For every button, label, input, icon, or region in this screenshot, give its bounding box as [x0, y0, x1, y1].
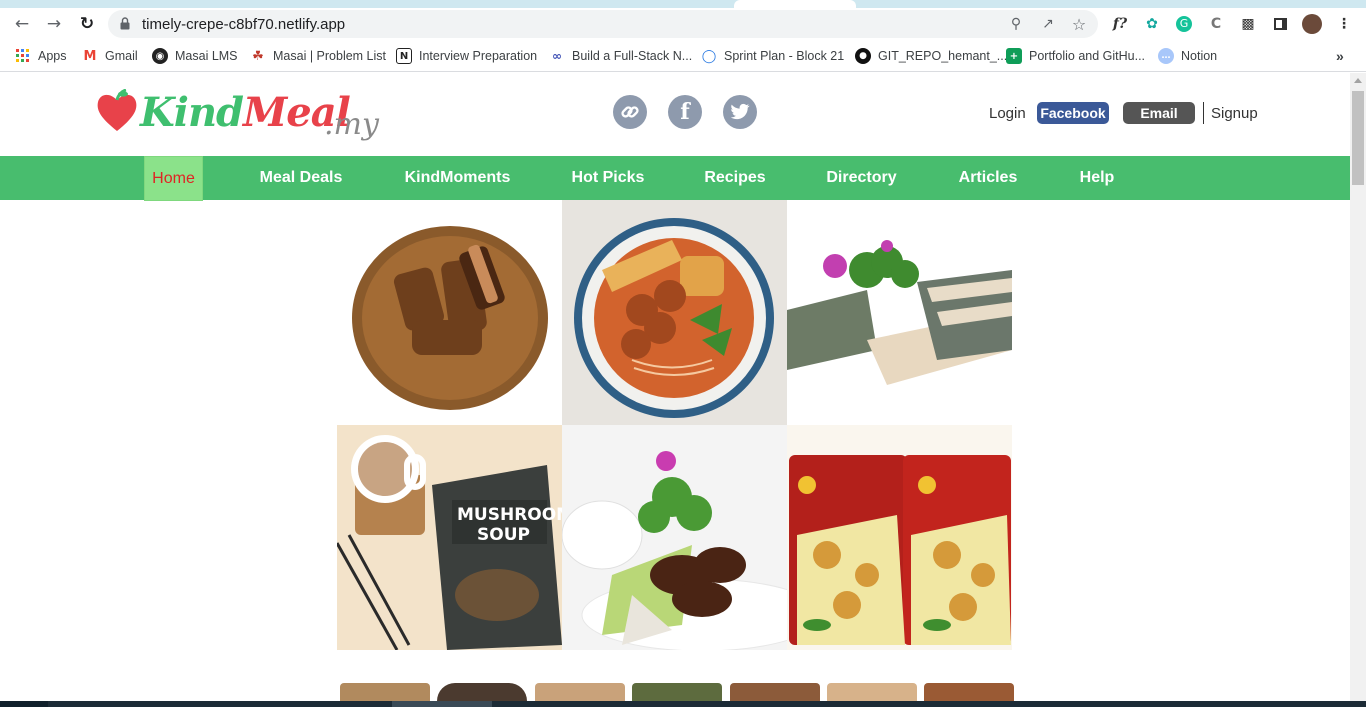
- browser-toolbar: ← → ↻ timely-crepe-c8bf70.netlify.app ⚲ …: [0, 8, 1366, 40]
- thumbnail-image[interactable]: [340, 683, 430, 701]
- bookmark-gmail[interactable]: M Gmail: [82, 47, 138, 65]
- page-scrollbar[interactable]: [1350, 73, 1366, 701]
- logo-text: KindMeal: [140, 89, 351, 136]
- bookmark-sprint-plan[interactable]: ◯ Sprint Plan - Block 21: [701, 47, 844, 65]
- address-bar[interactable]: timely-crepe-c8bf70.netlify.app ⚲ ↗ ☆: [108, 10, 1098, 38]
- nav-hot-picks[interactable]: Hot Picks: [564, 156, 652, 200]
- drop-icon: ◯: [701, 48, 717, 64]
- facebook-login-button[interactable]: Facebook: [1037, 102, 1109, 124]
- bookmark-notion[interactable]: … Notion: [1158, 47, 1217, 65]
- kindmeal-logo[interactable]: KindMeal .my: [96, 87, 386, 147]
- thumbnail-image[interactable]: [535, 683, 625, 701]
- heart-apple-icon: [97, 89, 137, 131]
- facebook-icon[interactable]: f: [668, 95, 702, 129]
- globe-icon: ◉: [152, 48, 168, 64]
- avatar[interactable]: [1302, 14, 1322, 34]
- bookmark-label: Apps: [38, 49, 67, 63]
- bookmark-label: GIT_REPO_hemant_...: [878, 49, 1008, 63]
- nav-home[interactable]: Home: [144, 156, 203, 201]
- scroll-up-icon[interactable]: [1354, 78, 1362, 83]
- email-login-button[interactable]: Email: [1123, 102, 1195, 124]
- os-taskbar: [0, 701, 1366, 707]
- tab-strip: [0, 0, 1366, 8]
- noodle-soup-image[interactable]: [562, 200, 787, 425]
- main-nav: Home Meal Deals KindMoments Hot Picks Re…: [0, 156, 1350, 201]
- signup-link[interactable]: Signup: [1211, 101, 1258, 125]
- bookmark-build-full-stack[interactable]: ∞ Build a Full-Stack N...: [549, 47, 692, 65]
- apps-grid-icon: [15, 48, 31, 64]
- chat-icon: …: [1158, 48, 1174, 64]
- bookmark-git-repo[interactable]: ● GIT_REPO_hemant_...: [855, 47, 1007, 65]
- snack-packs-image[interactable]: [787, 425, 1012, 650]
- bookmark-interview-preparation[interactable]: N Interview Preparation: [396, 47, 537, 65]
- thumbnail-image[interactable]: [827, 683, 917, 701]
- bookmark-label: Interview Preparation: [419, 49, 538, 63]
- puzzle-icon[interactable]: ▩: [1238, 14, 1258, 34]
- seaweed-tofu-image[interactable]: [787, 200, 1012, 425]
- bookmark-label: Masai | Problem List: [273, 49, 387, 63]
- lock-icon: [120, 17, 130, 30]
- taskbar-app[interactable]: [392, 701, 492, 707]
- nav-directory[interactable]: Directory: [818, 156, 905, 200]
- nav-articles[interactable]: Articles: [950, 156, 1026, 200]
- nav-help[interactable]: Help: [1071, 156, 1123, 200]
- login-link[interactable]: Login: [989, 101, 1026, 125]
- sheets-icon: +: [1006, 48, 1022, 64]
- sidepanel-icon[interactable]: [1270, 14, 1290, 34]
- bookmark-label: Notion: [1181, 49, 1218, 63]
- share-icon[interactable]: ↗: [1038, 14, 1058, 34]
- masai-icon: ☘: [252, 48, 264, 64]
- bookmark-label: Gmail: [105, 49, 138, 63]
- css-icon[interactable]: C: [1206, 14, 1226, 34]
- bookmark-masai-problem-list[interactable]: ☘ Masai | Problem List: [250, 47, 386, 65]
- gmail-icon: M: [83, 48, 97, 64]
- nav-recipes[interactable]: Recipes: [697, 156, 773, 200]
- back-icon[interactable]: ←: [10, 12, 34, 36]
- logo-suffix: .my: [324, 107, 379, 142]
- grammarly-icon[interactable]: G: [1174, 14, 1194, 34]
- twitter-icon[interactable]: [723, 95, 757, 129]
- thumbnail-image[interactable]: [632, 683, 722, 701]
- reload-icon[interactable]: ↻: [75, 12, 99, 36]
- forward-icon[interactable]: →: [42, 12, 66, 36]
- thumbnail-image[interactable]: [924, 683, 1014, 701]
- svg-text:SOUP: SOUP: [477, 525, 530, 545]
- bookmarks-overflow-icon[interactable]: »: [1336, 47, 1344, 65]
- bookmark-label: Masai LMS: [175, 49, 238, 63]
- bookmark-label: Build a Full-Stack N...: [572, 49, 693, 63]
- bookmark-masai-lms[interactable]: ◉ Masai LMS: [152, 47, 238, 65]
- github-icon: ●: [855, 48, 871, 64]
- chatgpt-icon[interactable]: ✿: [1142, 14, 1162, 34]
- bookmark-label: Sprint Plan - Block 21: [724, 49, 845, 63]
- active-tab[interactable]: [734, 0, 856, 8]
- auth-divider: [1203, 102, 1204, 124]
- bookmark-portfolio[interactable]: + Portfolio and GitHu...: [1006, 47, 1145, 65]
- svg-text:MUSHROOM: MUSHROOM: [457, 505, 562, 525]
- nav-kindmoments[interactable]: KindMoments: [396, 156, 519, 200]
- fx-icon[interactable]: f?: [1110, 14, 1130, 34]
- url-text[interactable]: timely-crepe-c8bf70.netlify.app: [142, 16, 345, 33]
- link-icon[interactable]: [613, 95, 647, 129]
- link-icon: ∞: [552, 49, 562, 63]
- notion-icon: N: [396, 48, 412, 64]
- star-icon[interactable]: ☆: [1069, 14, 1089, 34]
- mushroom-soup-pack-image[interactable]: MUSHROOM SOUP: [337, 425, 562, 650]
- page-viewport: KindMeal .my f Login Facebook Email Sign…: [0, 73, 1350, 701]
- bookmarks-bar: Apps M Gmail ◉ Masai LMS ☘ Masai | Probl…: [0, 40, 1366, 72]
- thumbnail-image[interactable]: [730, 683, 820, 701]
- thumbnail-image[interactable]: [437, 683, 527, 701]
- logo-kind: Kind: [140, 89, 244, 136]
- bookmark-apps[interactable]: Apps: [15, 47, 67, 65]
- nav-meal-deals[interactable]: Meal Deals: [250, 156, 352, 200]
- menu-icon[interactable]: ⋮: [1334, 14, 1354, 34]
- bao-dish-image[interactable]: [562, 425, 787, 650]
- scrollbar-thumb[interactable]: [1352, 91, 1364, 185]
- taskbar-start[interactable]: [0, 701, 48, 707]
- bookmark-label: Portfolio and GitHu...: [1029, 49, 1146, 63]
- zoom-icon[interactable]: ⚲: [1006, 14, 1026, 34]
- braised-pork-rice-image[interactable]: [337, 200, 562, 425]
